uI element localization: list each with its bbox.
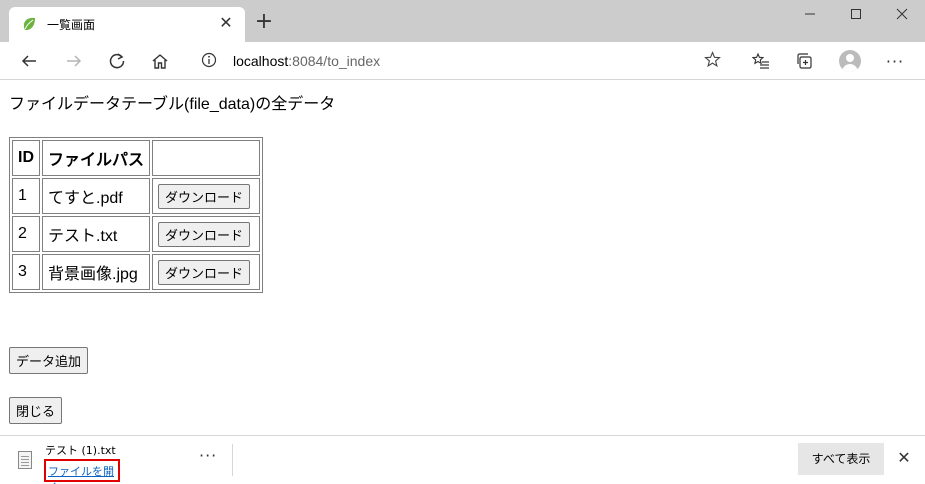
- cell-id: 1: [12, 178, 40, 214]
- open-file-highlight: ファイルを開く: [44, 459, 120, 484]
- address-bar[interactable]: localhost:8084/to_index: [189, 46, 731, 76]
- window-close-button[interactable]: [879, 0, 925, 32]
- avatar: [839, 50, 861, 72]
- home-icon[interactable]: [145, 46, 175, 76]
- tab-title: 一覧画面: [47, 18, 96, 32]
- text-file-icon: [18, 451, 32, 469]
- maximize-button[interactable]: [833, 0, 879, 32]
- cell-path: てすと.pdf: [42, 178, 151, 214]
- download-more-icon[interactable]: ···: [199, 446, 217, 465]
- cell-path: テスト.txt: [42, 216, 151, 252]
- back-arrow-icon[interactable]: [14, 46, 44, 76]
- column-header-path: ファイルパス: [42, 140, 151, 176]
- url-text: localhost:8084/to_index: [233, 53, 380, 69]
- cell-path: 背景画像.jpg: [42, 254, 151, 290]
- cell-action: ダウンロード: [152, 254, 261, 290]
- collections-icon[interactable]: [790, 46, 820, 76]
- title-bar: 一覧画面 ✕ +: [0, 0, 925, 42]
- show-all-button[interactable]: すべて表示: [798, 443, 884, 475]
- add-data-button[interactable]: データ追加: [9, 347, 89, 374]
- column-header-action: [152, 140, 261, 176]
- page-content: ファイルデータテーブル(file_data)の全データ ID ファイルパス 1 …: [0, 81, 925, 435]
- download-button[interactable]: ダウンロード: [158, 183, 251, 209]
- cell-id: 3: [12, 254, 40, 290]
- download-bar: テスト (1).txt ファイルを開く ··· すべて表示 ✕: [0, 435, 925, 484]
- forward-arrow-icon[interactable]: [59, 46, 89, 76]
- close-button[interactable]: 閉じる: [9, 397, 63, 424]
- column-header-id: ID: [12, 140, 40, 176]
- cell-action: ダウンロード: [152, 178, 261, 214]
- open-file-link[interactable]: ファイルを開く: [48, 463, 118, 484]
- favorites-icon[interactable]: [746, 46, 776, 76]
- divider: [232, 444, 233, 476]
- cell-id: 2: [12, 216, 40, 252]
- minimize-button[interactable]: [787, 0, 833, 32]
- settings-more-icon[interactable]: ···: [880, 46, 910, 76]
- profile-icon[interactable]: [835, 46, 865, 76]
- download-bar-close-icon[interactable]: ✕: [894, 448, 914, 468]
- reload-icon[interactable]: [102, 46, 132, 76]
- info-icon[interactable]: [201, 52, 217, 68]
- download-file-name: テスト (1).txt: [45, 444, 116, 457]
- url-host: localhost: [233, 53, 289, 69]
- star-icon[interactable]: [704, 51, 721, 73]
- new-tab-button[interactable]: +: [252, 11, 276, 35]
- table-row: 3 背景画像.jpg ダウンロード: [12, 254, 261, 290]
- nav-toolbar: localhost:8084/to_index ···: [0, 42, 925, 80]
- table-header-row: ID ファイルパス: [12, 140, 261, 176]
- cell-action: ダウンロード: [152, 216, 261, 252]
- table-row: 1 てすと.pdf ダウンロード: [12, 178, 261, 214]
- url-path: :8084/to_index: [288, 53, 381, 69]
- browser-tab[interactable]: 一覧画面 ✕: [9, 7, 245, 42]
- page-heading: ファイルデータテーブル(file_data)の全データ: [9, 96, 336, 113]
- table-row: 2 テスト.txt ダウンロード: [12, 216, 261, 252]
- download-button[interactable]: ダウンロード: [158, 259, 251, 285]
- download-button[interactable]: ダウンロード: [158, 221, 251, 247]
- file-data-table: ID ファイルパス 1 てすと.pdf ダウンロード 2 テスト.txt ダウン…: [9, 137, 264, 293]
- tab-close-icon[interactable]: ✕: [216, 13, 236, 33]
- spring-leaf-icon: [21, 16, 37, 32]
